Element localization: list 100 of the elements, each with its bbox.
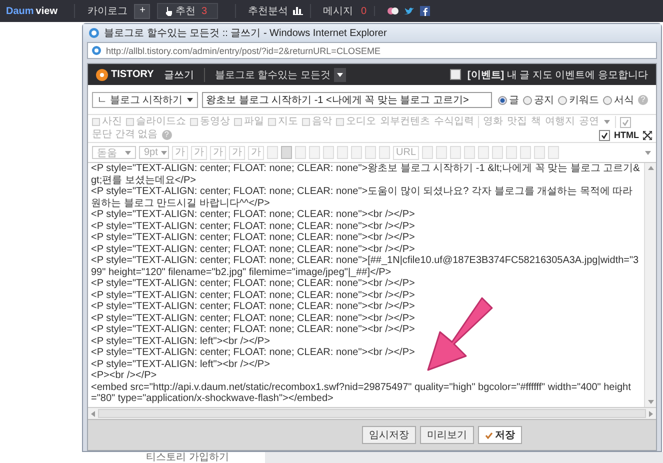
help-icon[interactable]: ?	[162, 130, 172, 140]
blog-name: 블로그로 할수있는 모든것	[214, 68, 330, 82]
footer-button[interactable]: 미리보기	[420, 426, 474, 444]
radio-button[interactable]	[603, 96, 612, 104]
checkmark-icon	[485, 432, 493, 438]
format-button[interactable]: 가	[229, 146, 245, 160]
attach-button[interactable]: 슬라이드쇼	[136, 116, 186, 128]
radio-button[interactable]	[523, 96, 532, 104]
bird-icon[interactable]	[404, 6, 415, 16]
bar-chart-icon	[293, 7, 304, 15]
attach-icon[interactable]	[126, 118, 134, 126]
attach-button[interactable]: 수식입력	[434, 116, 474, 128]
recommend-count: 3	[201, 6, 208, 16]
toolbar-icon[interactable]	[534, 146, 546, 159]
attach-icon[interactable]	[190, 118, 198, 126]
align-icon[interactable]	[309, 146, 320, 159]
tag-button[interactable]: 공연	[579, 116, 599, 128]
html-checkbox[interactable]	[599, 130, 610, 140]
code-line: <P style="TEXT-ALIGN: center; FLOAT: none; CLEAR: none"><br /></P>	[91, 209, 416, 220]
format-button[interactable]: 가	[191, 146, 207, 160]
size-dropdown[interactable]: 9pt	[139, 146, 169, 159]
code-line: <P style="TEXT-ALIGN: center; FLOAT: none; CLEAR: none">도움이 많이 되셨나요? 각자 블로그를 개설하는 목적에 따라 원하는 블로그 만드시길 바랍니다^^</P>	[91, 186, 634, 209]
facebook-icon[interactable]	[420, 6, 430, 16]
tag-button[interactable]: 영화	[483, 116, 503, 128]
event-checkbox[interactable]	[450, 69, 462, 80]
dropdown-button[interactable]	[334, 68, 346, 82]
recommend-button[interactable]: 추천 3	[157, 3, 218, 19]
attach-button[interactable]: 지도	[278, 116, 298, 128]
code-line: <P style="TEXT-ALIGN: center; FLOAT: none; CLEAR: none"><br /></P>	[91, 324, 416, 336]
radio-button[interactable]	[558, 96, 567, 104]
code-line: <P style="TEXT-ALIGN: left"><br /></P>	[91, 336, 271, 347]
radio-label: 서식	[614, 94, 634, 107]
browser-logo-icon	[91, 45, 102, 56]
tag-button[interactable]: 맛집	[507, 116, 527, 128]
code-line: <P style="TEXT-ALIGN: center; FLOAT: none; CLEAR: none"><br /></P>	[91, 244, 416, 255]
stats-link[interactable]: 추천분석	[248, 4, 288, 18]
toolbar-icon[interactable]	[436, 146, 448, 159]
signup-link[interactable]: 티스토리 가입하기	[146, 452, 229, 463]
align-icon[interactable]	[267, 146, 278, 159]
toolbar-icon[interactable]	[422, 146, 434, 159]
code-line: <P style="TEXT-ALIGN: center; FLOAT: none; CLEAR: none"><br /></P>	[91, 312, 416, 324]
attach-icon[interactable]	[234, 118, 242, 126]
attach-button[interactable]: 외부컨텐츠	[380, 116, 430, 128]
radio-label: 글	[509, 94, 519, 107]
format-button[interactable]: 가	[248, 146, 264, 160]
toolbar-icon[interactable]	[506, 146, 518, 159]
radio-button[interactable]	[498, 96, 507, 104]
align-icon[interactable]	[379, 146, 390, 159]
code-line: <P style="TEXT-ALIGN: center; FLOAT: none; CLEAR: none"><br /></P>	[91, 347, 416, 358]
footer-button[interactable]: 임시저장	[362, 426, 416, 444]
attach-button[interactable]: 파일	[244, 116, 264, 128]
format-button[interactable]: 가	[210, 146, 226, 160]
logo-text[interactable]: view	[36, 6, 58, 16]
url-button[interactable]: URL	[393, 146, 420, 160]
format-button[interactable]: 가	[172, 146, 188, 160]
tag-button[interactable]: 여행지	[545, 116, 575, 128]
align-icon[interactable]	[295, 146, 306, 159]
toolbar-icon[interactable]	[478, 146, 490, 159]
attach-icon[interactable]	[336, 118, 344, 126]
paragraph-checkbox[interactable]	[620, 116, 631, 128]
hand-pointer-icon	[164, 6, 172, 16]
vertical-scrollbar[interactable]	[644, 163, 656, 407]
code-line: <P style="TEXT-ALIGN: center; FLOAT: none; CLEAR: none"><br /></P>	[91, 220, 416, 232]
toolbar-icon[interactable]	[520, 146, 532, 159]
expand-icon[interactable]	[643, 130, 652, 140]
attach-button[interactable]: 음악	[312, 116, 332, 128]
align-icon[interactable]	[323, 146, 334, 159]
align-icon[interactable]	[281, 146, 292, 159]
save-button[interactable]: 저장	[478, 426, 522, 444]
align-icon[interactable]	[351, 146, 362, 159]
address-bar[interactable]: http://allbl.tistory.com/admin/entry/post/?id=2&returnURL=CLOSEME	[87, 42, 657, 59]
brand-logo[interactable]: Daum	[6, 6, 34, 16]
code-line: <P style="TEXT-ALIGN: center; FLOAT: none; CLEAR: none"><br /></P>	[91, 290, 416, 301]
tistory-logo-icon	[96, 68, 108, 80]
attach-button[interactable]: 오디오	[346, 116, 376, 128]
attach-button[interactable]: 사진	[102, 116, 122, 128]
code-line: <P style="TEXT-ALIGN: center; FLOAT: none; CLEAR: none"><br /></P>	[91, 301, 416, 312]
kailog-link[interactable]: 카이로그	[74, 4, 128, 18]
toolbar-icon[interactable]	[492, 146, 504, 159]
attach-icon[interactable]	[92, 118, 100, 126]
toolbar-icon[interactable]	[450, 146, 462, 159]
attach-icon[interactable]	[302, 118, 310, 126]
tag-button[interactable]: 책	[531, 116, 541, 128]
people-icon[interactable]	[386, 7, 399, 15]
code-line: <embed src="http://api.v.daum.net/static/recombox1.swf?nid=29875497" quality="high" bgcolor="#ffffff" width="400" height="80" type="application/x-shockwave-flash"></embed>	[91, 382, 632, 404]
toolbar-icon[interactable]	[548, 146, 560, 159]
help-icon[interactable]: ?	[638, 95, 648, 105]
message-link[interactable]: 메시지	[323, 4, 354, 18]
align-icon[interactable]	[337, 146, 348, 159]
attach-button[interactable]: 동영상	[200, 116, 230, 128]
address-text: http://allbl.tistory.com/admin/entry/post/?id=2&returnURL=CLOSEME	[106, 46, 380, 56]
attach-icon[interactable]	[268, 118, 276, 126]
html-label: HTML	[614, 130, 639, 140]
align-icon[interactable]	[365, 146, 376, 159]
toolbar-icon[interactable]	[464, 146, 476, 159]
font-dropdown[interactable]: 돋움	[92, 146, 136, 159]
title-field[interactable]: 왕초보 블로그 시작하기 -1 <나에게 꼭 맞는 블로그 고르기>	[202, 92, 492, 108]
add-button[interactable]: +	[134, 4, 150, 18]
category-dropdown[interactable]: ㄴ 블로그 시작하기	[92, 92, 198, 108]
horizontal-scrollbar[interactable]	[88, 407, 656, 419]
